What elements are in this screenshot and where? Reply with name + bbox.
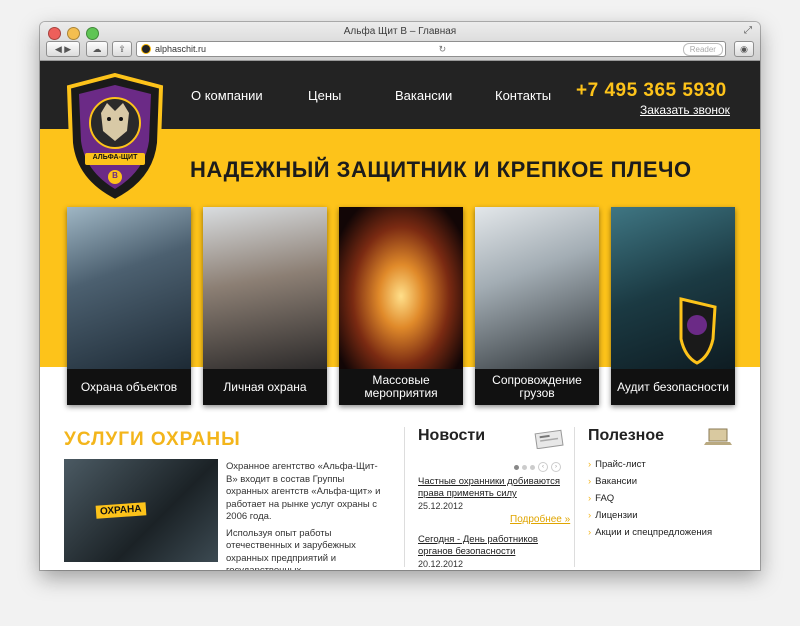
about-paragraph-1: Охранное агентство «Альфа-Щит-В» входит … (226, 461, 381, 522)
share-icon: ⇪ (118, 43, 126, 54)
news-more-link[interactable]: Подробнее » (510, 514, 570, 525)
services-title: УСЛУГИ ОХРАНЫ (64, 429, 241, 450)
service-card-personal[interactable]: Личная охрана (203, 207, 327, 405)
web-page: АЛЬФА-ЩИТ В О компании Цены Вакансии Кон… (40, 61, 760, 570)
share-button[interactable]: ⇪ (112, 41, 132, 57)
news-title: Новости (418, 427, 486, 444)
card-caption: Сопровождение грузов (475, 369, 599, 405)
service-card-objects[interactable]: Охрана объектов (67, 207, 191, 405)
card-caption: Охрана объектов (67, 369, 191, 405)
useful-title: Полезное (588, 427, 665, 444)
arrow-icon: › (588, 476, 592, 487)
newspaper-icon (534, 429, 564, 449)
card-image (339, 207, 463, 369)
card-image (67, 207, 191, 369)
reload-icon[interactable]: ↻ (439, 44, 447, 55)
card-image (611, 207, 735, 369)
logo-shield-icon[interactable] (65, 73, 165, 203)
forward-icon[interactable]: ▶ (64, 44, 71, 55)
useful-list: › Прайс-лист › Вакансии › FAQ › Лицензии › Ак… (588, 459, 712, 544)
nav-vacancies[interactable]: Вакансии (395, 88, 452, 103)
shield-patch-icon (679, 297, 717, 365)
back-forward-buttons[interactable]: ◀ ▶ (46, 41, 80, 57)
useful-item-vacancies[interactable]: › Вакансии (588, 476, 712, 493)
nav-prices[interactable]: Цены (308, 88, 341, 103)
nav-about[interactable]: О компании (191, 88, 263, 103)
useful-item-licenses[interactable]: › Лицензии (588, 510, 712, 527)
useful-item-promos[interactable]: › Акции и спецпредложения (588, 527, 712, 544)
url-text[interactable]: alphaschit.ru (155, 44, 206, 54)
nav-contacts[interactable]: Контакты (495, 88, 551, 103)
icloud-button[interactable]: ☁ (86, 41, 108, 57)
site-favicon-icon (141, 44, 151, 54)
logo-letter: В (112, 171, 118, 180)
news-item-title[interactable]: Частные охранники добиваются права приме… (418, 476, 568, 500)
arrow-icon: › (588, 459, 592, 470)
useful-item-price[interactable]: › Прайс-лист (588, 459, 712, 476)
card-caption: Личная охрана (203, 369, 327, 405)
window-title: Альфа Щит В – Главная (343, 26, 457, 37)
news-pager: ‹ › (514, 462, 561, 472)
phone-number: +7 495 365 5930 (576, 80, 727, 101)
card-caption: Аудит безопасности (611, 369, 735, 405)
service-card-cargo[interactable]: Сопровождение грузов (475, 207, 599, 405)
logo-name: АЛЬФА-ЩИТ (92, 154, 138, 161)
card-image (475, 207, 599, 369)
about-text: Охранное агентство «Альфа-Щит-В» входит … (226, 461, 386, 570)
back-icon[interactable]: ◀ (55, 44, 62, 55)
news-item-date: 20.12.2012 (418, 559, 464, 569)
service-card-audit[interactable]: Аудит безопасности (611, 207, 735, 405)
download-icon: ◉ (740, 43, 748, 54)
column-divider (404, 427, 405, 567)
about-paragraph-2: Используя опыт работы отечественных и за… (226, 527, 356, 571)
news-item-title[interactable]: Сегодня - День работников органов безопа… (418, 534, 568, 558)
browser-window: Альфа Щит В – Главная ⤢ ◀ ▶ ☁ ⇪ alphasch… (40, 22, 760, 570)
news-item-date: 25.12.2012 (418, 501, 464, 511)
arrow-icon: › (588, 510, 592, 521)
slogan: НАДЕЖНЫЙ ЗАЩИТНИК И КРЕПКОЕ ПЛЕЧО (190, 157, 692, 182)
reader-button[interactable]: Reader (682, 42, 723, 56)
pager-dot[interactable] (522, 464, 527, 470)
title-bar: Альфа Щит В – Главная ⤢ ◀ ▶ ☁ ⇪ alphasch… (40, 22, 760, 61)
cloud-icon: ☁ (92, 43, 102, 54)
pager-next-icon[interactable]: › (551, 462, 561, 472)
downloads-button[interactable]: ◉ (734, 41, 754, 57)
fullscreen-icon[interactable]: ⤢ (744, 25, 752, 36)
arrow-icon: › (588, 493, 592, 504)
arrow-icon: › (588, 527, 592, 538)
address-bar[interactable]: alphaschit.ru ↻ Reader (136, 41, 726, 57)
callback-link[interactable]: Заказать звонок (640, 103, 730, 117)
pager-prev-icon[interactable]: ‹ (538, 462, 548, 472)
pager-dot[interactable] (514, 464, 519, 470)
card-image (203, 207, 327, 369)
card-caption: Массовые мероприятия (339, 369, 463, 405)
useful-item-faq[interactable]: › FAQ (588, 493, 712, 510)
column-divider (574, 427, 575, 567)
laptop-icon (704, 428, 732, 445)
pager-dot[interactable] (530, 464, 535, 470)
service-card-events[interactable]: Массовые мероприятия (339, 207, 463, 405)
